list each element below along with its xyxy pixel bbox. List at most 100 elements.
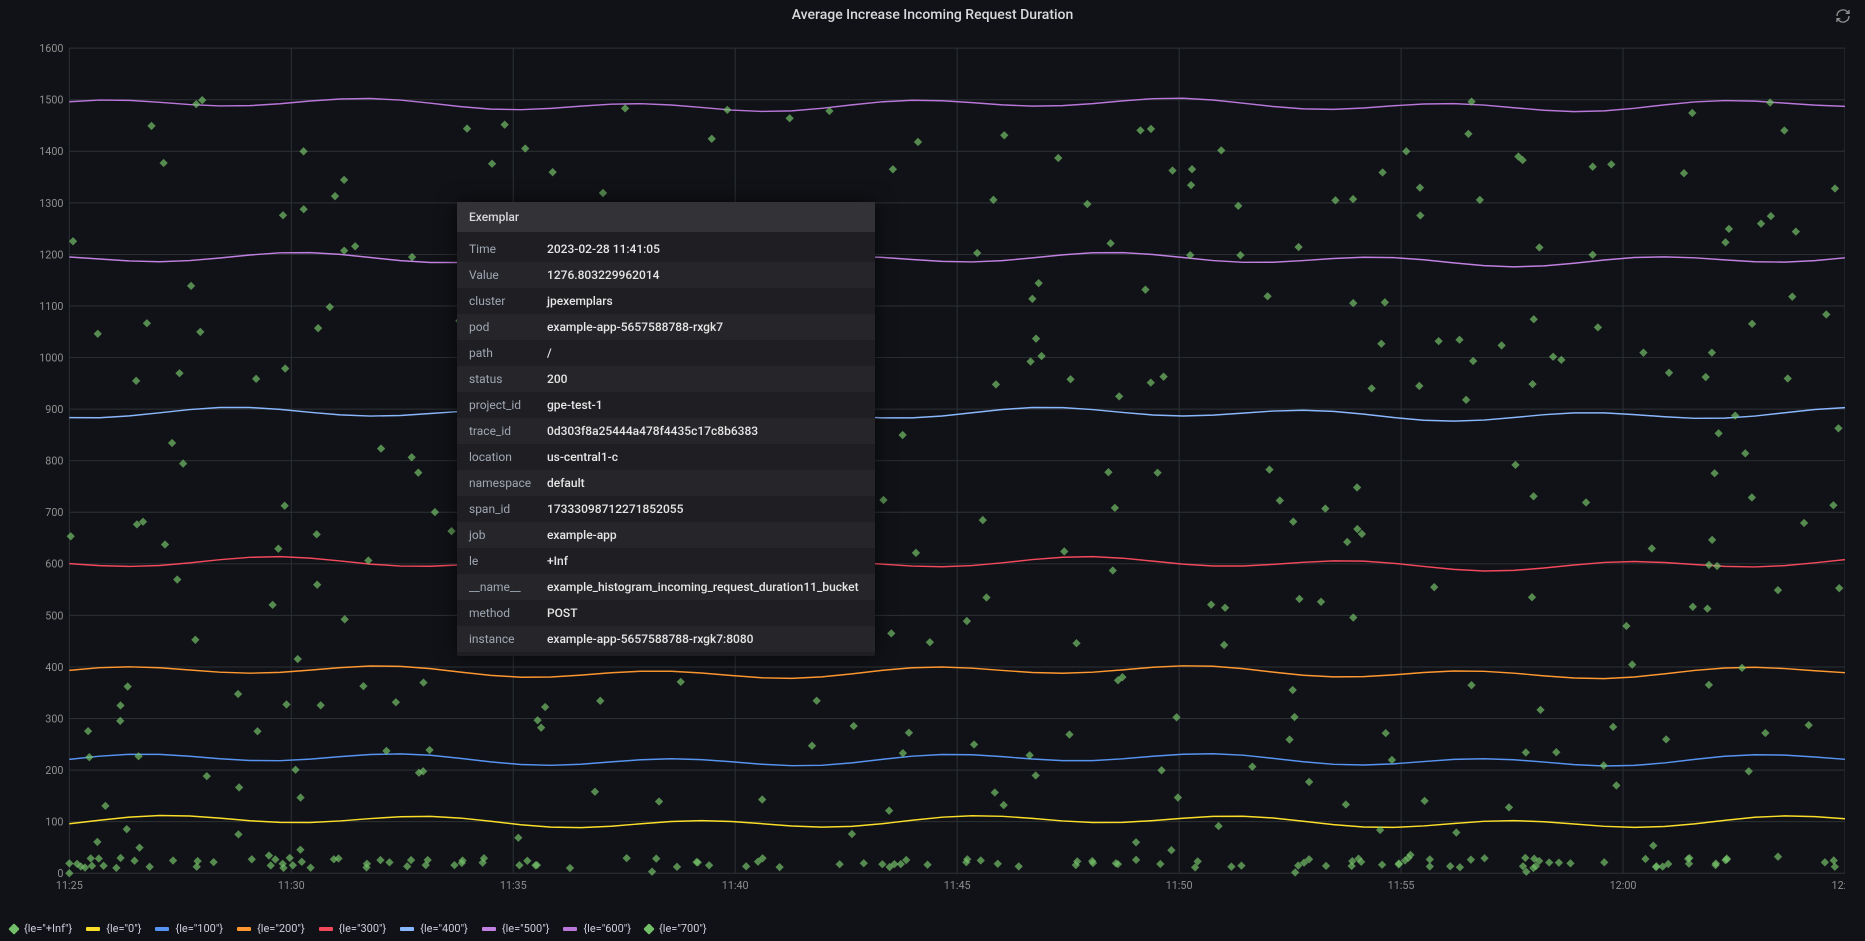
tooltip-row: locationus-central1-c <box>457 444 875 470</box>
tooltip-row: methodPOST <box>457 600 875 626</box>
tooltip-val: POST <box>547 606 863 620</box>
svg-text:500: 500 <box>45 609 63 622</box>
tooltip-val: jpexemplars <box>547 294 863 308</box>
svg-text:11:40: 11:40 <box>722 879 749 892</box>
svg-text:600: 600 <box>45 558 63 571</box>
legend: {le="+Inf"} {le="0"} {le="100"} {le="200"} {… <box>10 922 707 935</box>
panel-title: Average Increase Incoming Request Durati… <box>792 7 1074 23</box>
exemplar-tooltip: Exemplar Time2023-02-28 11:41:05Value127… <box>457 202 875 656</box>
svg-text:12:05: 12:05 <box>1832 879 1845 892</box>
legend-swatch <box>400 927 414 931</box>
tooltip-val: 0d303f8a25444a478f4435c17c8b6383 <box>547 424 863 438</box>
legend-label: {le="+Inf"} <box>24 922 72 935</box>
legend-item[interactable]: {le="500"} <box>482 922 550 935</box>
tooltip-key: __name__ <box>469 580 547 594</box>
chart-svg[interactable]: 0100200300400500600700800900100011001200… <box>35 40 1845 901</box>
tooltip-row: project_idgpe-test-1 <box>457 392 875 418</box>
tooltip-val: example_histogram_incoming_request_durat… <box>547 580 863 594</box>
tooltip-val: us-central1-c <box>547 450 863 464</box>
tooltip-row: span_id17333098712271852055 <box>457 496 875 522</box>
legend-swatch <box>155 927 169 931</box>
legend-item[interactable]: {le="700"} <box>645 922 707 935</box>
tooltip-row: jobexample-app <box>457 522 875 548</box>
svg-text:800: 800 <box>45 455 63 468</box>
svg-text:11:55: 11:55 <box>1388 879 1415 892</box>
panel-header: Average Increase Incoming Request Durati… <box>0 0 1865 30</box>
chart-panel: Average Increase Incoming Request Durati… <box>0 0 1865 941</box>
svg-text:300: 300 <box>45 712 63 725</box>
svg-text:11:45: 11:45 <box>944 879 971 892</box>
legend-label: {le="300"} <box>339 922 387 935</box>
svg-text:1100: 1100 <box>39 300 63 313</box>
legend-item[interactable]: {le="200"} <box>237 922 305 935</box>
svg-text:1000: 1000 <box>39 351 63 364</box>
svg-text:100: 100 <box>45 816 63 829</box>
tooltip-row: Value1276.803229962014 <box>457 262 875 288</box>
tooltip-val: 17333098712271852055 <box>547 502 863 516</box>
svg-text:700: 700 <box>45 506 63 519</box>
tooltip-row: path/ <box>457 340 875 366</box>
legend-label: {le="200"} <box>257 922 305 935</box>
tooltip-val: example-app-5657588788-rxgk7 <box>547 320 863 334</box>
tooltip-val: 200 <box>547 372 863 386</box>
legend-label: {le="100"} <box>175 922 223 935</box>
tooltip-row: Time2023-02-28 11:41:05 <box>457 236 875 262</box>
svg-text:900: 900 <box>45 403 63 416</box>
tooltip-val: default <box>547 476 863 490</box>
tooltip-key: Value <box>469 268 547 282</box>
tooltip-key: cluster <box>469 294 547 308</box>
legend-item[interactable]: {le="400"} <box>400 922 468 935</box>
tooltip-val: example-app-5657588788-rxgk7:8080 <box>547 632 863 646</box>
tooltip-header: Exemplar <box>457 202 875 232</box>
tooltip-row: namespacedefault <box>457 470 875 496</box>
tooltip-key: path <box>469 346 547 360</box>
legend-swatch <box>563 927 577 931</box>
svg-text:1600: 1600 <box>39 42 63 55</box>
tooltip-val: 1276.803229962014 <box>547 268 863 282</box>
tooltip-val: / <box>547 346 863 360</box>
tooltip-key: le <box>469 554 547 568</box>
tooltip-row: clusterjpexemplars <box>457 288 875 314</box>
svg-text:11:50: 11:50 <box>1166 879 1193 892</box>
tooltip-key: Time <box>469 242 547 256</box>
legend-item[interactable]: {le="600"} <box>563 922 631 935</box>
legend-swatch <box>482 927 496 931</box>
svg-text:11:30: 11:30 <box>278 879 305 892</box>
svg-text:1400: 1400 <box>39 145 63 158</box>
tooltip-key: job <box>469 528 547 542</box>
tooltip-body: Time2023-02-28 11:41:05Value1276.8032299… <box>457 232 875 656</box>
tooltip-key: pod <box>469 320 547 334</box>
legend-swatch <box>86 927 100 931</box>
tooltip-key: trace_id <box>469 424 547 438</box>
refresh-icon[interactable] <box>1835 8 1851 27</box>
tooltip-key: span_id <box>469 502 547 516</box>
tooltip-row: podexample-app-5657588788-rxgk7 <box>457 314 875 340</box>
legend-item[interactable]: {le="0"} <box>86 922 141 935</box>
legend-swatch <box>8 923 19 934</box>
legend-item[interactable]: {le="+Inf"} <box>10 922 72 935</box>
legend-swatch <box>319 927 333 931</box>
svg-text:1500: 1500 <box>39 94 63 107</box>
legend-item[interactable]: {le="100"} <box>155 922 223 935</box>
tooltip-key: location <box>469 450 547 464</box>
tooltip-row: le+Inf <box>457 548 875 574</box>
svg-text:11:35: 11:35 <box>500 879 527 892</box>
tooltip-key: project_id <box>469 398 547 412</box>
tooltip-val: +Inf <box>547 554 863 568</box>
plot-area[interactable]: 0100200300400500600700800900100011001200… <box>35 40 1845 901</box>
tooltip-row: status200 <box>457 366 875 392</box>
legend-label: {le="0"} <box>106 922 141 935</box>
svg-text:200: 200 <box>45 764 63 777</box>
svg-text:1200: 1200 <box>39 248 63 261</box>
legend-item[interactable]: {le="300"} <box>319 922 387 935</box>
tooltip-val: example-app <box>547 528 863 542</box>
tooltip-row: instanceexample-app-5657588788-rxgk7:808… <box>457 626 875 652</box>
tooltip-key: method <box>469 606 547 620</box>
tooltip-val: 2023-02-28 11:41:05 <box>547 242 863 256</box>
tooltip-row: trace_id0d303f8a25444a478f4435c17c8b6383 <box>457 418 875 444</box>
svg-text:11:25: 11:25 <box>56 879 83 892</box>
legend-label: {le="400"} <box>420 922 468 935</box>
tooltip-key: namespace <box>469 476 547 490</box>
tooltip-val: gpe-test-1 <box>547 398 863 412</box>
legend-label: {le="500"} <box>502 922 550 935</box>
